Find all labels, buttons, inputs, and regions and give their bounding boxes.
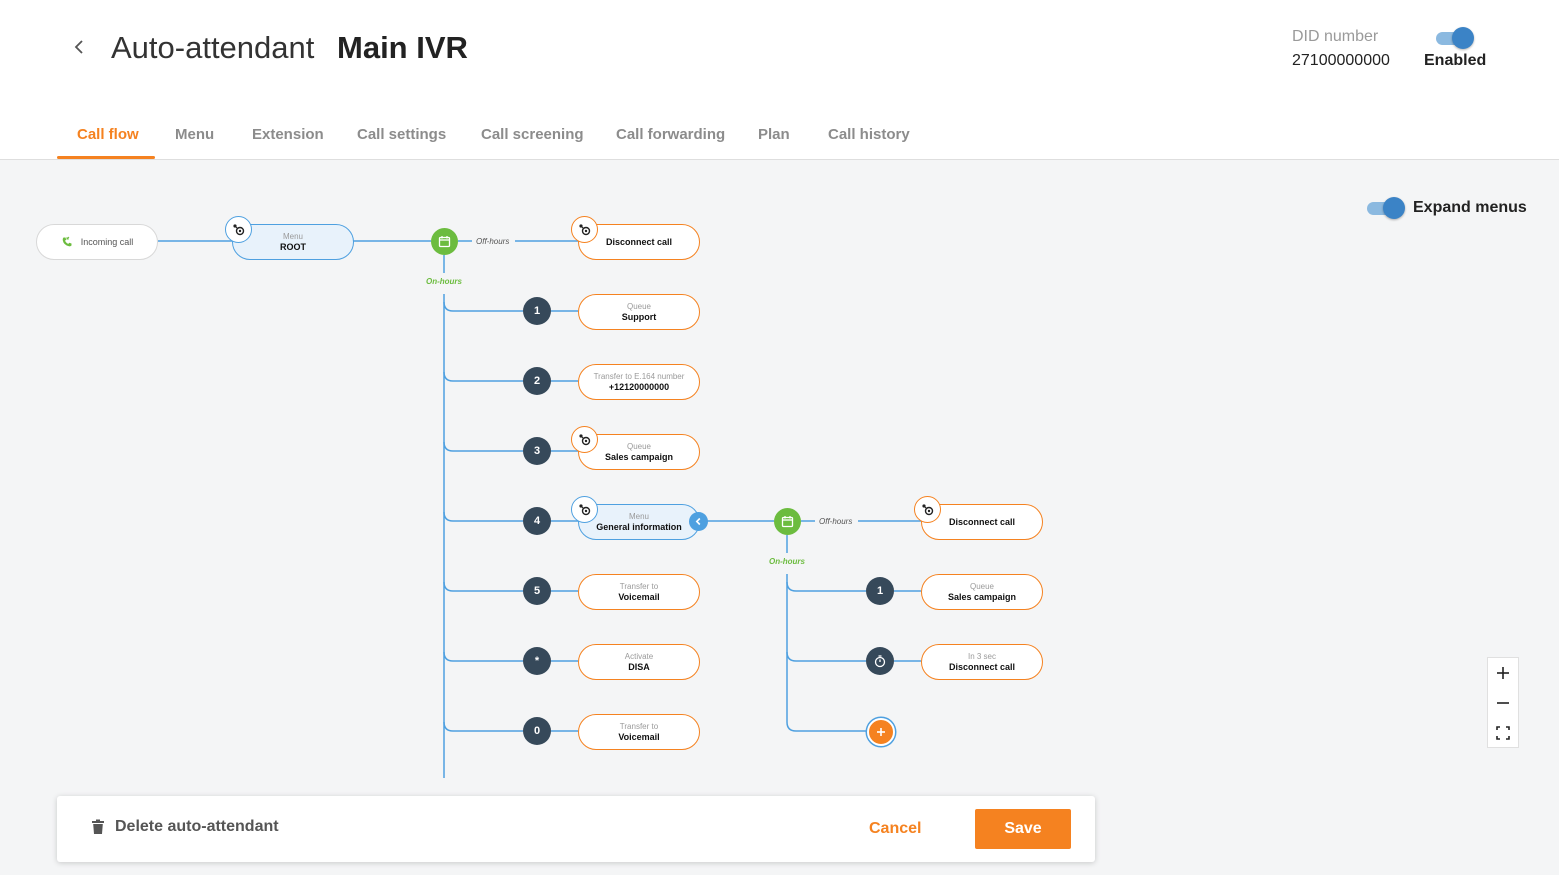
did-number-value: 27100000000 bbox=[1292, 52, 1390, 69]
back-arrow-icon[interactable] bbox=[70, 36, 90, 58]
incoming-call-node[interactable]: Incoming call bbox=[36, 224, 158, 260]
key-3-badge[interactable]: 3 bbox=[523, 437, 551, 465]
action-icon[interactable] bbox=[571, 426, 598, 453]
active-tab-indicator bbox=[57, 156, 155, 159]
page-title: Auto-attendant bbox=[111, 30, 315, 65]
menu-action-icon[interactable] bbox=[225, 216, 252, 243]
key-4-badge[interactable]: 4 bbox=[523, 507, 551, 535]
calendar-icon[interactable] bbox=[774, 508, 801, 535]
node-type: Menu bbox=[282, 232, 303, 241]
node-name: Support bbox=[621, 312, 657, 322]
calendar-icon[interactable] bbox=[431, 228, 458, 255]
action-bar: Delete auto-attendant Cancel Save bbox=[57, 796, 1095, 862]
node-name: DISA bbox=[628, 662, 650, 672]
node-type: Activate bbox=[624, 652, 654, 661]
auto-attendant-name: Main IVR bbox=[337, 30, 468, 65]
node-type: Queue bbox=[626, 442, 652, 451]
tab-call-screening[interactable]: Call screening bbox=[481, 126, 584, 143]
call-flow-canvas[interactable]: Incoming call Menu ROOT Off-hours On-hou… bbox=[0, 160, 1559, 875]
plus-icon bbox=[877, 728, 885, 736]
node-name: General information bbox=[596, 522, 682, 532]
action-icon[interactable] bbox=[571, 216, 598, 243]
expand-menus-toggle[interactable] bbox=[1367, 197, 1405, 219]
node-type: In 3 sec bbox=[967, 652, 996, 661]
cancel-button[interactable]: Cancel bbox=[869, 820, 921, 838]
tab-menu[interactable]: Menu bbox=[175, 126, 214, 143]
toggle-knob bbox=[1383, 197, 1405, 219]
node-name: +12120000000 bbox=[608, 382, 670, 392]
menu-action-icon[interactable] bbox=[571, 496, 598, 523]
option-node-2[interactable]: Transfer to E.164 number +12120000000 bbox=[578, 364, 700, 400]
enabled-toggle[interactable] bbox=[1436, 27, 1474, 49]
option-node-star[interactable]: Activate DISA bbox=[578, 644, 700, 680]
delete-label: Delete auto-attendant bbox=[115, 818, 279, 835]
expand-menus-label: Expand menus bbox=[1413, 199, 1527, 216]
node-name: ROOT bbox=[280, 242, 306, 252]
node-name: Disconnect call bbox=[948, 662, 1016, 672]
node-type: Transfer to bbox=[619, 582, 659, 591]
key-1-badge[interactable]: 1 bbox=[523, 297, 551, 325]
key-2-badge[interactable]: 2 bbox=[523, 367, 551, 395]
did-number-label: DID number bbox=[1292, 28, 1379, 45]
tab-call-history[interactable]: Call history bbox=[828, 126, 910, 143]
node-type: Queue bbox=[969, 582, 995, 591]
on-hours-label: On-hours bbox=[769, 557, 805, 566]
node-type: Transfer to bbox=[619, 722, 659, 731]
key-star-badge[interactable]: * bbox=[523, 647, 551, 675]
option-node-5[interactable]: Transfer to Voicemail bbox=[578, 574, 700, 610]
node-type: Queue bbox=[626, 302, 652, 311]
option-node-0[interactable]: Transfer to Voicemail bbox=[578, 714, 700, 750]
tab-bar: Call flow Menu Extension Call settings C… bbox=[0, 116, 1559, 160]
save-button[interactable]: Save bbox=[975, 809, 1071, 849]
action-icon[interactable] bbox=[914, 496, 941, 523]
zoom-in-icon[interactable] bbox=[1488, 658, 1518, 688]
trash-icon bbox=[92, 819, 104, 834]
node-type: Menu bbox=[628, 512, 649, 521]
tab-call-settings[interactable]: Call settings bbox=[357, 126, 446, 143]
node-name: Disconnect call bbox=[948, 516, 1016, 527]
phone-incoming-icon bbox=[62, 236, 72, 247]
node-name: Sales campaign bbox=[947, 592, 1017, 602]
tab-call-flow[interactable]: Call flow bbox=[77, 126, 139, 143]
zoom-out-icon[interactable] bbox=[1488, 688, 1518, 718]
add-option-button[interactable] bbox=[867, 718, 895, 746]
key-0-badge[interactable]: 0 bbox=[523, 717, 551, 745]
node-name: Voicemail bbox=[618, 732, 660, 742]
node-name: Disconnect call bbox=[605, 236, 673, 247]
off-hours-label: Off-hours bbox=[476, 237, 510, 246]
on-hours-label: On-hours bbox=[426, 277, 462, 286]
tab-call-forwarding[interactable]: Call forwarding bbox=[616, 126, 725, 143]
toggle-knob bbox=[1452, 27, 1474, 49]
tab-extension[interactable]: Extension bbox=[252, 126, 324, 143]
zoom-controls bbox=[1487, 657, 1519, 748]
sub-timeout-node[interactable]: In 3 sec Disconnect call bbox=[921, 644, 1043, 680]
node-type: Transfer to E.164 number bbox=[593, 372, 685, 381]
node-name: Sales campaign bbox=[604, 452, 674, 462]
collapse-chevron-icon[interactable] bbox=[689, 512, 708, 531]
fit-to-screen-icon[interactable] bbox=[1488, 718, 1518, 748]
key-5-badge[interactable]: 5 bbox=[523, 577, 551, 605]
delete-auto-attendant-button[interactable]: Delete auto-attendant bbox=[91, 818, 279, 836]
enabled-label: Enabled bbox=[1424, 52, 1487, 69]
option-node-1[interactable]: Queue Support bbox=[578, 294, 700, 330]
off-hours-label: Off-hours bbox=[819, 517, 853, 526]
tab-plan[interactable]: Plan bbox=[758, 126, 790, 143]
timeout-icon[interactable] bbox=[866, 647, 894, 675]
node-name: Voicemail bbox=[618, 592, 660, 602]
sub-key-1-badge[interactable]: 1 bbox=[866, 577, 894, 605]
incoming-call-label: Incoming call bbox=[80, 236, 134, 247]
sub-option-node-1[interactable]: Queue Sales campaign bbox=[921, 574, 1043, 610]
